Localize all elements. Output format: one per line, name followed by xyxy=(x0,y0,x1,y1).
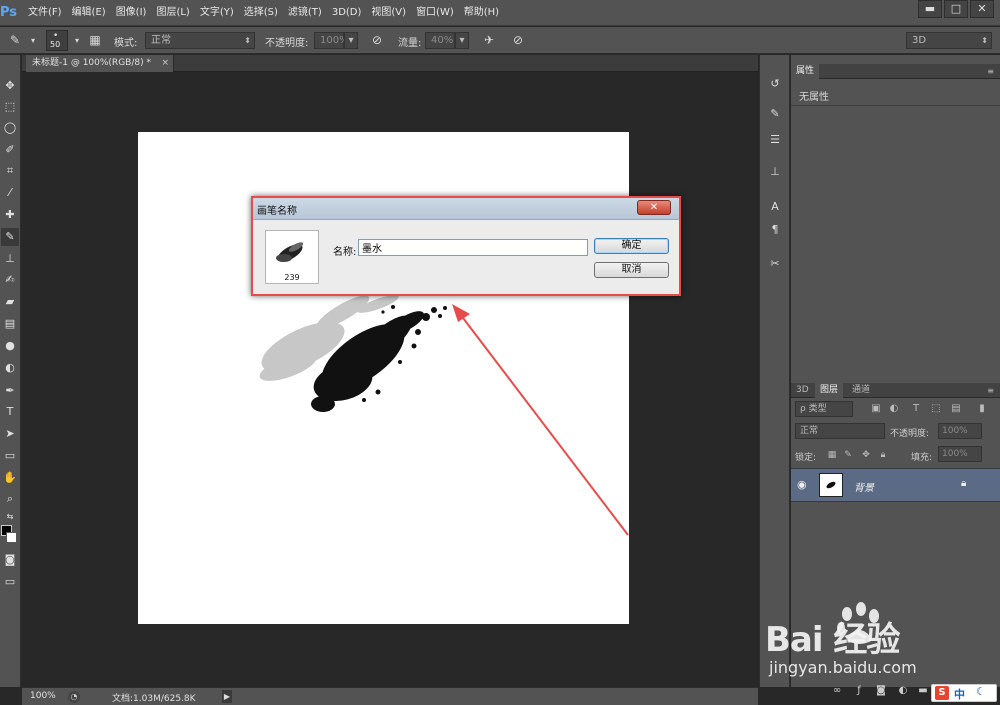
dialog-close-button[interactable]: ✕ xyxy=(637,200,671,215)
ime-indicator[interactable]: S 中 ☾ xyxy=(931,684,997,702)
lock-pixels-icon[interactable]: ✎ xyxy=(842,448,854,462)
filter-adjustment-icon[interactable]: ◐ xyxy=(887,402,901,416)
brush-preview: 239 xyxy=(265,230,319,284)
filter-type-icon[interactable]: T xyxy=(909,402,923,416)
new-group-icon[interactable]: ▬ xyxy=(916,684,930,698)
brush-thumbnail-icon xyxy=(276,242,304,262)
fill-field[interactable]: 100% xyxy=(938,446,982,462)
layer-thumbnail-ink-icon xyxy=(826,481,836,489)
ime-logo-icon: S xyxy=(935,686,949,700)
layer-opacity-field[interactable]: 100% xyxy=(938,423,982,439)
cancel-button[interactable]: 取消 xyxy=(594,262,669,278)
tab-3d[interactable]: 3D xyxy=(791,383,814,398)
history-panel-icon[interactable]: ↺ xyxy=(766,75,784,93)
dialog-titlebar: 画笔名称 ✕ xyxy=(253,198,679,220)
properties-panel-header: 属性 ≡ xyxy=(791,64,1000,79)
layer-name[interactable]: 背景 xyxy=(854,479,874,494)
brush-presets-icon[interactable]: ☰ xyxy=(766,131,784,149)
adjustment-layer-icon[interactable]: ◐ xyxy=(896,684,910,698)
character-panel-icon[interactable]: A xyxy=(766,198,784,216)
document-size-info: 文档:1.03M/625.8K xyxy=(112,694,196,704)
brush-panel-icon[interactable]: ✎ xyxy=(766,105,784,123)
moon-icon: ☾ xyxy=(976,685,986,698)
layer-filter-select[interactable]: ρ 类型 xyxy=(795,401,853,417)
add-mask-icon[interactable]: ◙ xyxy=(874,684,888,698)
blend-mode-select[interactable]: 正常 xyxy=(795,423,885,439)
fill-label: 填充: xyxy=(911,453,933,463)
link-layers-icon[interactable]: ∞ xyxy=(830,684,844,698)
filter-shape-icon[interactable]: ⬚ xyxy=(929,402,943,416)
tab-properties[interactable]: 属性 xyxy=(791,64,820,79)
filter-toggle-icon[interactable]: ▮ xyxy=(975,402,989,416)
status-bar: 100% ◔ 文档:1.03M/625.8K ▶ xyxy=(22,687,758,705)
filter-smart-object-icon[interactable]: ▤ xyxy=(949,402,963,416)
status-info-icon[interactable]: ◔ xyxy=(68,691,80,703)
panel-menu-icon[interactable]: ≡ xyxy=(987,64,994,79)
properties-empty-text: 无属性 xyxy=(799,92,829,103)
layer-opacity-label: 不透明度: xyxy=(890,429,930,439)
lock-all-icon[interactable]: 🔒︎ xyxy=(877,448,889,462)
brush-name-dialog: 画笔名称 ✕ 239 名称: 确定 取消 xyxy=(251,196,681,296)
brush-size-label: 239 xyxy=(284,273,300,282)
zoom-level[interactable]: 100% xyxy=(30,691,56,701)
name-label: 名称: xyxy=(333,247,357,258)
lock-position-icon[interactable]: ✥ xyxy=(860,448,872,462)
divider xyxy=(791,105,1000,106)
baidu-watermark: Bai 经验 jingyan.baidu.com xyxy=(765,600,995,680)
layer-lock-icon: 🔒︎ xyxy=(961,478,967,489)
layer-row-background[interactable]: ◉ 背景 🔒︎ xyxy=(791,468,1000,502)
right-panels: 属性 ≡ 无属性 3D 图层 通道 ≡ ρ 类型 ▣ ◐ T ⬚ ▤ ▮ 正常 … xyxy=(791,55,1000,687)
status-menu-arrow-icon[interactable]: ▶ xyxy=(222,690,232,703)
filter-pixel-icon[interactable]: ▣ xyxy=(869,402,883,416)
tab-layers[interactable]: 图层 xyxy=(815,383,844,398)
panel-icon-strip: ↺ ✎ ☰ ⊥ A ¶ ✂ xyxy=(759,55,790,687)
layer-thumbnail xyxy=(819,473,843,497)
lock-label: 锁定: xyxy=(795,453,817,463)
eye-icon[interactable]: ◉ xyxy=(797,478,807,491)
watermark-site: jingyan.baidu.com xyxy=(769,658,917,677)
brush-name-input[interactable] xyxy=(358,239,588,256)
tab-channels[interactable]: 通道 xyxy=(847,383,875,398)
panel-menu-icon[interactable]: ≡ xyxy=(987,383,994,398)
paragraph-panel-icon[interactable]: ¶ xyxy=(766,221,784,239)
lock-transparent-icon[interactable]: ▦ xyxy=(826,448,838,462)
watermark-brand: Bai 经验 xyxy=(765,620,900,660)
clone-source-icon[interactable]: ⊥ xyxy=(766,163,784,181)
ok-button[interactable]: 确定 xyxy=(594,238,669,254)
ime-mode: 中 xyxy=(954,688,965,701)
layer-style-icon[interactable]: ƒ xyxy=(852,684,866,698)
layers-panel-header: 3D 图层 通道 ≡ xyxy=(791,383,1000,398)
dialog-title: 画笔名称 xyxy=(257,206,297,217)
tool-presets-icon[interactable]: ✂ xyxy=(766,255,784,273)
